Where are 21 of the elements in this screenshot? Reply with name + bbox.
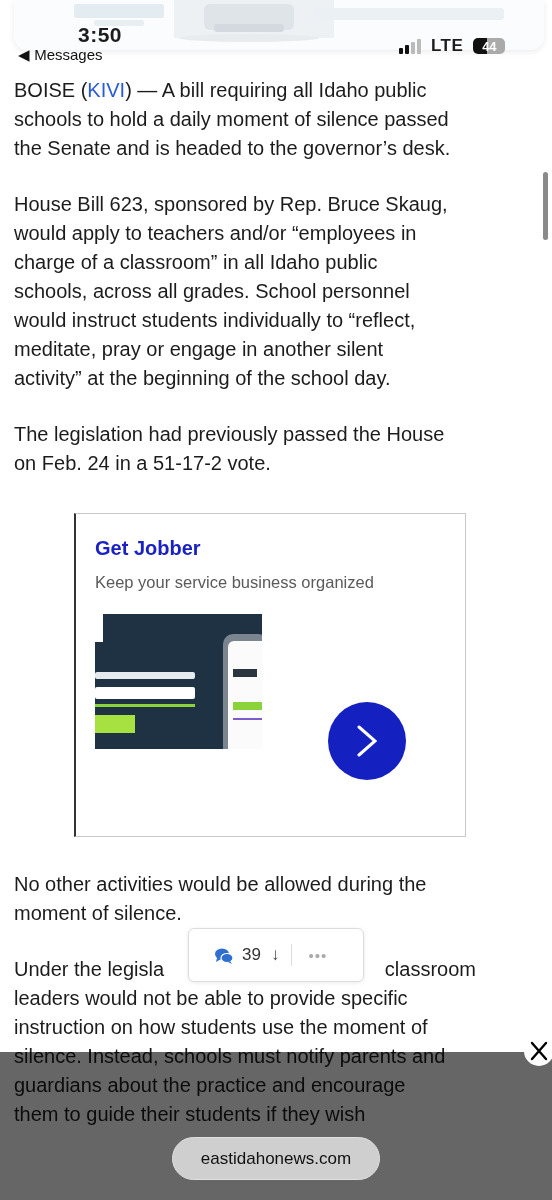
source-link[interactable]: KIVI — [87, 79, 126, 101]
chevron-right-icon — [357, 725, 377, 757]
article-text: Under the legisla — [14, 957, 165, 982]
site-address-button[interactable]: eastidahonews.com — [172, 1137, 380, 1180]
article-paragraph: The legislation had previously passed the House on Feb. 24 in a 51-17-2 vote. — [14, 422, 446, 476]
article-paragraph: No other activities would be allowed during the moment of silence. — [14, 872, 428, 926]
clock-time: 3:50 — [78, 23, 123, 47]
signal-icon — [399, 38, 421, 54]
back-link[interactable]: ◀ Messages — [18, 46, 103, 64]
ad-subtitle: Keep your service business organized — [95, 572, 374, 593]
comment-count[interactable]: 39 — [242, 945, 261, 965]
article-paragraph: House Bill 623, sponsored by Rep. Bruce Skaug, would apply to teachers and/or “employees in charge of a classroom” in all Idaho public schools, across all grades. School personnel would instruct students individually to “reflect, meditate, pray or engage in another silent activity” at the beginning of the school day. — [14, 192, 449, 391]
jump-down-button[interactable]: ↓ — [270, 945, 280, 965]
close-icon — [530, 1041, 548, 1061]
scrollbar-thumb[interactable] — [543, 172, 548, 240]
comments-icon — [215, 946, 233, 964]
network-label: LTE — [431, 36, 464, 56]
article-text: classroom — [384, 957, 476, 982]
article-paragraph: BOISE (KIVI) — A bill requiring all Idaho public schools to hold a daily moment of silence passed the Senate and is headed to the governor’s desk. — [14, 78, 452, 161]
article-paragraph: leaders would not be able to provide specific instruction on how students use the moment of silence. Instead, schools must notify parents and guardians about the practice and encourage them to guide their students if they wish — [14, 986, 447, 1127]
ad-title[interactable]: Get Jobber — [95, 535, 201, 561]
